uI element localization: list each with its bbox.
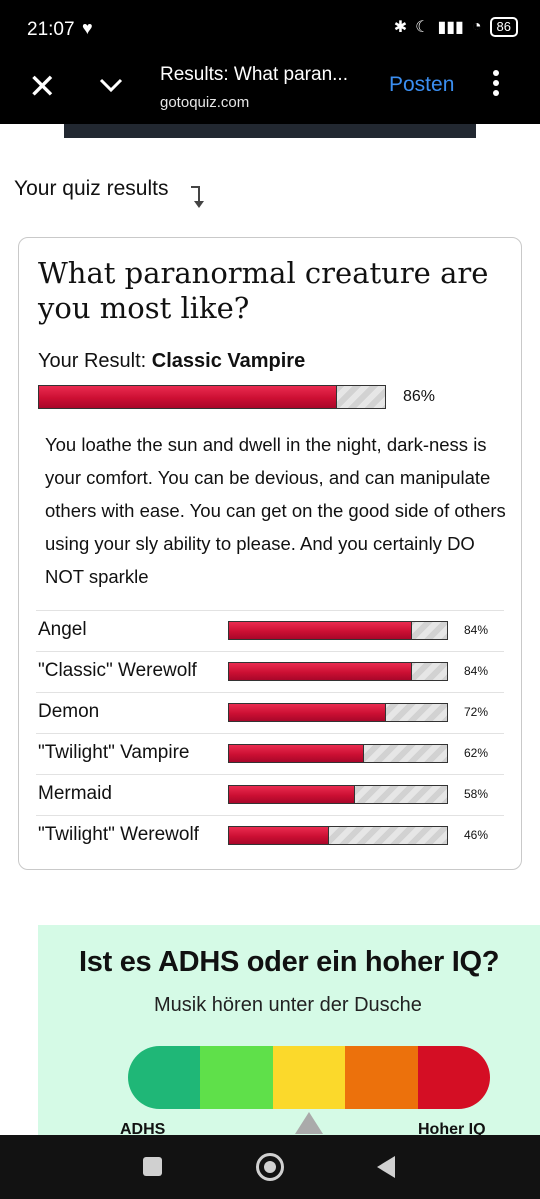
- navigation-bar: [0, 1135, 540, 1199]
- status-icons: ✱ ☾ ▮▮▮ ◔ 86: [394, 17, 518, 37]
- result-row-fill: [229, 663, 413, 680]
- list-item: "Twilight" Vampire 62%: [36, 733, 504, 774]
- your-result-line: Your Result: Classic Vampire: [38, 350, 305, 373]
- gauge-segment: [200, 1046, 273, 1109]
- result-row-bar: [228, 744, 448, 763]
- bluetooth-icon: ✱: [393, 19, 408, 36]
- list-item: "Twilight" Werewolf 46%: [36, 815, 504, 856]
- result-row-bar: [228, 785, 448, 804]
- result-row-percent: 72%: [464, 705, 489, 719]
- close-icon[interactable]: ✕: [28, 70, 57, 104]
- more-options-icon[interactable]: [488, 70, 504, 100]
- result-row-fill: [229, 827, 330, 844]
- result-row-bar: [228, 662, 448, 681]
- list-item: "Classic" Werewolf 84%: [36, 651, 504, 692]
- result-progress-bar: [38, 385, 386, 409]
- gauge-pointer-icon: [295, 1112, 323, 1134]
- results-heading: Your quiz results: [14, 177, 169, 200]
- your-result-label: Your Result:: [38, 350, 147, 372]
- advertisement[interactable]: Ist es ADHS oder ein hoher IQ? Musik hör…: [38, 925, 540, 1135]
- wifi-icon: ◔: [471, 18, 482, 35]
- result-row-label: Angel: [38, 619, 87, 640]
- result-row-fill: [229, 786, 356, 803]
- result-row-label: Demon: [38, 701, 100, 722]
- home-icon[interactable]: [256, 1153, 284, 1181]
- back-icon[interactable]: [377, 1156, 395, 1178]
- quiz-title: What paranormal creature are you most li…: [38, 256, 489, 325]
- result-description: You loathe the sun and dwell in the nigh…: [45, 434, 506, 587]
- result-row-label: "Twilight" Werewolf: [38, 824, 199, 845]
- gauge-segment: [345, 1046, 418, 1109]
- status-time: 21:07: [27, 19, 75, 40]
- result-row-label: "Twilight" Vampire: [38, 742, 190, 763]
- page-title: Results: What paran...: [160, 64, 348, 85]
- result-percent: 86%: [403, 388, 436, 405]
- result-row-fill: [229, 622, 413, 639]
- list-item: Angel 84%: [36, 610, 504, 651]
- gauge-segment: [128, 1046, 201, 1109]
- gauge-segment: [272, 1046, 346, 1109]
- result-row-percent: 62%: [464, 746, 489, 760]
- result-row-percent: 84%: [464, 664, 489, 678]
- browser-toolbar: ✕ Results: What paran... gotoquiz.com Po…: [0, 58, 540, 124]
- battery-icon: 86: [489, 17, 518, 37]
- result-progress-fill: [39, 386, 337, 408]
- page-url: gotoquiz.com: [160, 94, 250, 111]
- result-row-bar: [228, 621, 448, 640]
- result-row-percent: 46%: [464, 828, 489, 842]
- ad-left-label: ADHS: [120, 1121, 166, 1135]
- recent-apps-icon[interactable]: [143, 1157, 162, 1176]
- result-row-fill: [229, 704, 386, 721]
- result-row-label: "Classic" Werewolf: [38, 660, 197, 681]
- result-name: Classic Vampire: [151, 350, 306, 372]
- ad-title: Ist es ADHS oder ein hoher IQ?: [79, 946, 500, 978]
- result-row-bar: [228, 703, 448, 722]
- list-item: Demon 72%: [36, 692, 504, 733]
- result-row-percent: 84%: [464, 623, 489, 637]
- chevron-down-icon[interactable]: [98, 72, 124, 98]
- result-card: What paranormal creature are you most li…: [18, 237, 522, 870]
- result-row-bar: [228, 826, 448, 845]
- signal-icon: ▮▮▮: [437, 19, 464, 36]
- heart-icon: ♥: [82, 18, 93, 38]
- moon-icon: ☾: [415, 19, 430, 36]
- ad-subtitle: Musik hören unter der Dusche: [154, 994, 422, 1016]
- ad-right-label: Hoher IQ: [418, 1121, 486, 1135]
- gauge-segment: [417, 1046, 490, 1109]
- result-row-percent: 58%: [464, 787, 489, 801]
- ad-gauge: [128, 1046, 490, 1109]
- result-row-label: Mermaid: [38, 783, 112, 804]
- status-bar: 21:07 ♥ ✱ ☾ ▮▮▮ ◔ 86: [0, 0, 540, 58]
- result-row-fill: [229, 745, 365, 762]
- list-item: Mermaid 58%: [36, 774, 504, 815]
- header-image-strip: [64, 124, 476, 138]
- arrow-down-icon: [191, 186, 204, 208]
- post-button[interactable]: Posten: [389, 73, 454, 97]
